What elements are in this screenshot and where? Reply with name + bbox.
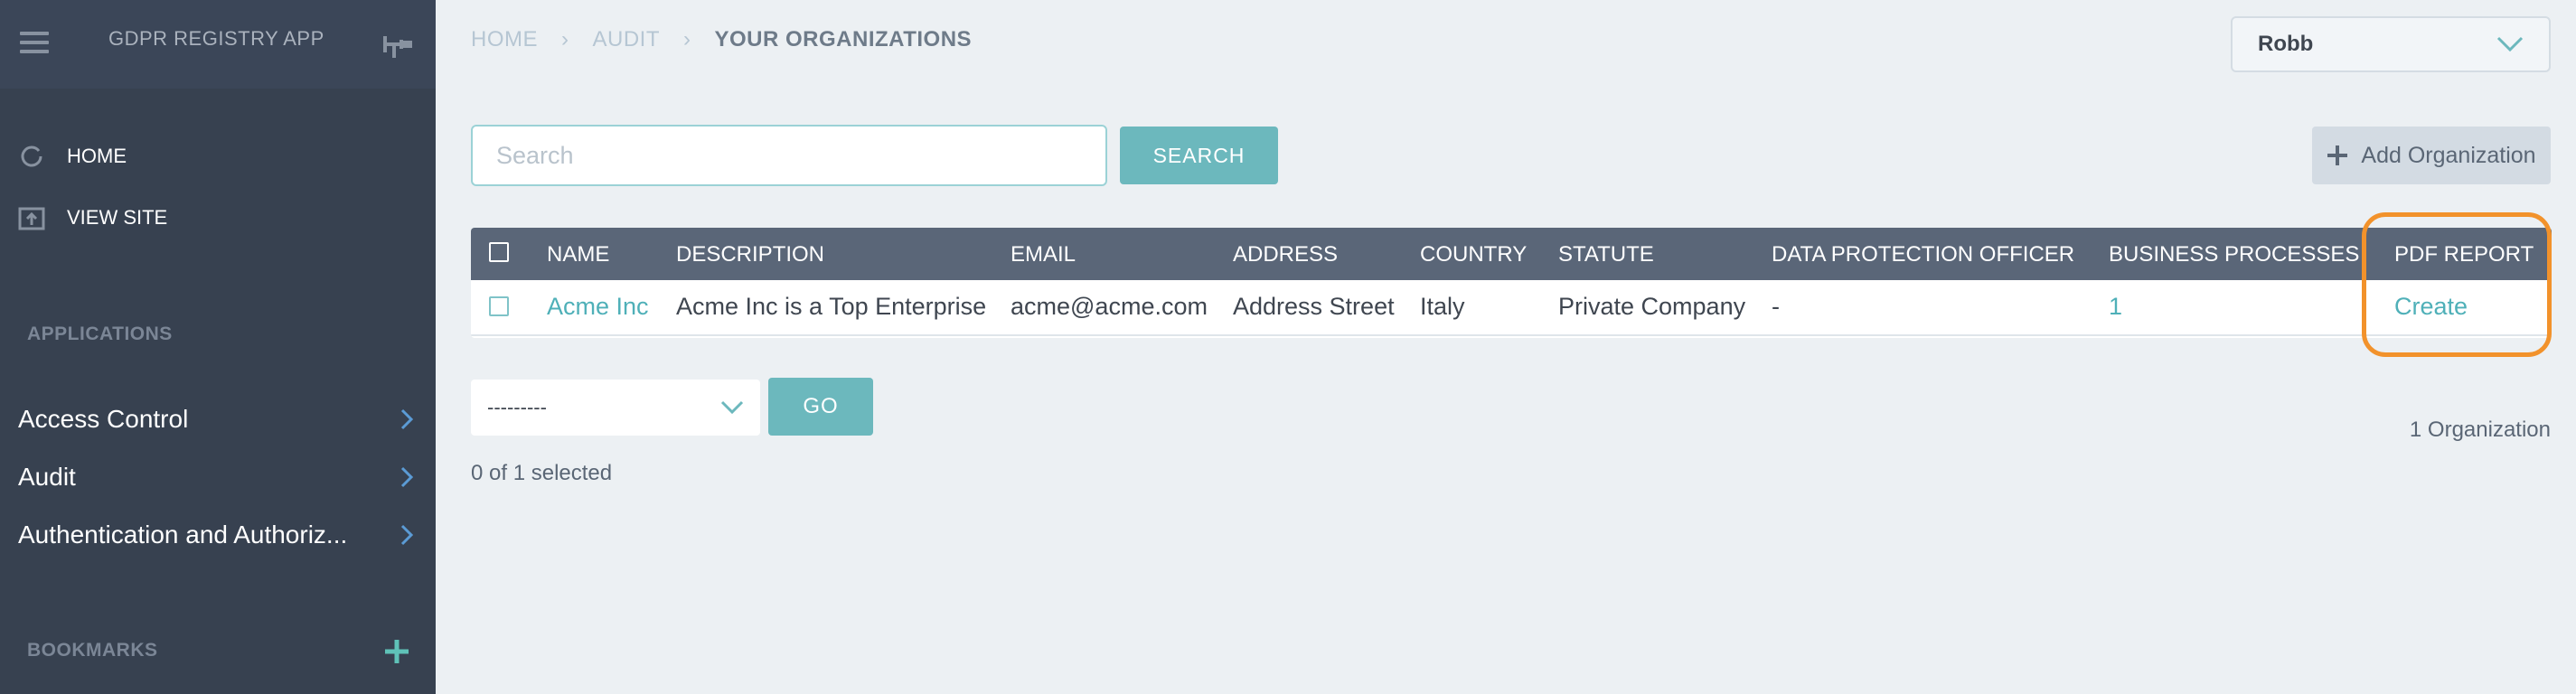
breadcrumb-home[interactable]: HOME [471,27,538,52]
go-button[interactable]: GO [768,378,873,436]
circle-arrow-icon [18,143,45,170]
add-bookmark-icon[interactable] [383,638,410,665]
column-header-business-processes[interactable]: BUSINESS PROCESSES [2109,242,2359,267]
menu-icon[interactable] [20,32,49,53]
breadcrumb-audit[interactable]: AUDIT [593,27,661,52]
sidebar-item-authentication[interactable]: Authentication and Authoriz... [18,520,416,549]
nav-view-site[interactable]: VIEW SITE [18,204,167,231]
column-header-description[interactable]: DESCRIPTION [676,242,824,267]
row-checkbox[interactable] [489,296,509,316]
user-name: Robb [2258,32,2314,56]
table-row: Acme Inc Acme Inc is a Top Enterprise ac… [471,280,2552,336]
column-header-name[interactable]: NAME [547,242,609,267]
chevron-right-icon [400,408,414,430]
chevron-down-icon [2496,36,2524,52]
column-header-dpo[interactable]: DATA PROTECTION OFFICER [1772,242,2074,267]
add-organization-button[interactable]: Add Organization [2312,127,2551,184]
cell-dpo: - [1772,293,1780,320]
action-select[interactable]: --------- [471,380,760,436]
organization-count: 1 Organization [2409,417,2551,442]
cell-email: acme@acme.com [1011,293,1208,320]
sidebar: GDPR REGISTRY APP HOME VIEW SITE APPLICA… [0,0,436,694]
column-header-email[interactable]: EMAIL [1011,242,1076,267]
table-header: NAME DESCRIPTION EMAIL ADDRESS COUNTRY S… [471,228,2552,280]
add-organization-label: Add Organization [2361,142,2536,168]
cell-country: Italy [1420,293,1465,320]
select-all-checkbox[interactable] [489,242,509,262]
cell-statute: Private Company [1558,293,1746,320]
sidebar-item-access-control[interactable]: Access Control [18,405,416,434]
organization-name-link[interactable]: Acme Inc [547,293,649,321]
sidebar-item-label: Access Control [18,405,189,433]
sidebar-item-label: Audit [18,463,76,491]
app-title: GDPR REGISTRY APP [108,27,324,50]
search-button[interactable]: SEARCH [1120,127,1278,184]
chevron-down-icon [720,400,744,415]
sidebar-item-audit[interactable]: Audit [18,463,416,492]
nav-view-site-label: VIEW SITE [67,206,168,229]
plus-icon [2327,145,2348,165]
pin-icon[interactable] [381,33,412,60]
column-header-statute[interactable]: STATUTE [1558,242,1654,267]
nav-home[interactable]: HOME [18,143,127,170]
applications-label: APPLICATIONS [27,324,173,344]
pdf-report-highlight [2362,212,2552,357]
column-header-address[interactable]: ADDRESS [1233,242,1338,267]
cell-description: Acme Inc is a Top Enterprise [676,293,987,320]
business-processes-link[interactable]: 1 [2109,293,2122,321]
nav-home-label: HOME [67,145,127,167]
action-select-value: --------- [487,396,547,418]
breadcrumb: HOME › AUDIT › YOUR ORGANIZATIONS [471,27,972,52]
user-dropdown[interactable]: Robb [2231,16,2551,72]
chevron-right-icon: › [561,27,569,52]
cell-address: Address Street [1233,293,1395,320]
chevron-right-icon [400,524,414,546]
chevron-right-icon: › [683,27,691,52]
search-input[interactable] [471,125,1107,186]
column-header-country[interactable]: COUNTRY [1420,242,1527,267]
chevron-right-icon [400,466,414,488]
sidebar-header: GDPR REGISTRY APP [0,0,436,89]
breadcrumb-current: YOUR ORGANIZATIONS [714,27,973,52]
organizations-table: NAME DESCRIPTION EMAIL ADDRESS COUNTRY S… [471,228,2552,338]
bookmarks-label: BOOKMARKS [27,640,158,661]
selected-count: 0 of 1 selected [471,461,613,485]
sidebar-item-label: Authentication and Authoriz... [18,520,348,549]
upload-box-icon [18,204,45,231]
